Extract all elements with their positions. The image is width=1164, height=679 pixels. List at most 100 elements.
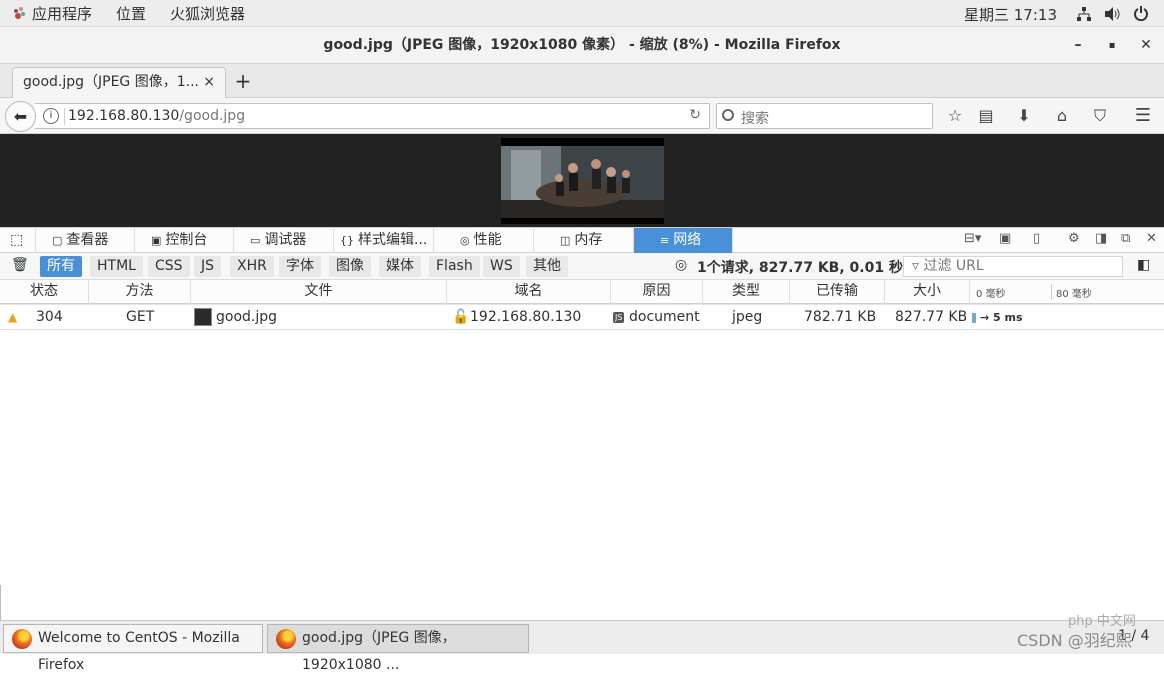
settings-gear-icon[interactable]: ⚙ bbox=[1068, 231, 1080, 246]
timing-bar bbox=[972, 313, 976, 323]
table-row[interactable]: ▲ 304 GET good.jpg 🔓 192.168.80.130 JS d… bbox=[0, 304, 1164, 330]
browser-menu[interactable]: 火狐浏览器 bbox=[158, 3, 257, 24]
browser-menu-label: 火狐浏览器 bbox=[170, 4, 246, 23]
tab-memory[interactable]: ◫ 内存 bbox=[534, 228, 634, 253]
taskbar-item-label: good.jpg（JPEG 图像，1920x1080 ... bbox=[302, 630, 456, 673]
split-console-icon[interactable]: ▣ bbox=[999, 231, 1011, 246]
search-placeholder: 搜索 bbox=[741, 111, 769, 127]
filter-other[interactable]: 其他 bbox=[526, 256, 568, 277]
column-transferred[interactable]: 已传输 bbox=[790, 280, 885, 304]
file-thumbnail-icon bbox=[194, 308, 212, 326]
filter-html[interactable]: HTML bbox=[90, 256, 143, 277]
maximize-button[interactable]: ▪ bbox=[1097, 27, 1127, 64]
network-filter-bar: 🗑 所有 HTML CSS JS XHR 字体 图像 媒体 Flash WS 其… bbox=[0, 253, 1164, 280]
tab-close-icon[interactable]: × bbox=[203, 68, 215, 97]
close-button[interactable]: ✕ bbox=[1131, 27, 1161, 64]
filter-flash[interactable]: Flash bbox=[429, 256, 480, 277]
column-file[interactable]: 文件 bbox=[191, 280, 447, 304]
inspector-icon: ▢ bbox=[52, 234, 63, 247]
search-input[interactable]: 搜索 bbox=[716, 103, 933, 129]
column-method[interactable]: 方法 bbox=[89, 280, 191, 304]
apps-menu[interactable]: 应用程序 bbox=[0, 3, 104, 24]
row-timing: → 5 ms bbox=[980, 311, 1023, 324]
url-path: /good.jpg bbox=[179, 108, 246, 124]
volume-icon[interactable] bbox=[1104, 6, 1120, 22]
filter-funnel-icon: ▿ bbox=[912, 258, 920, 274]
tab-performance-label: 性能 bbox=[473, 232, 502, 248]
layout-toggle-icon[interactable]: ⊟▾ bbox=[964, 231, 981, 246]
toggle-sidebar-icon[interactable]: ◧ bbox=[1137, 257, 1150, 273]
filter-fonts[interactable]: 字体 bbox=[279, 256, 321, 277]
network-column-headers: 状态 方法 文件 域名 原因 类型 已传输 大小 0 毫秒 80 毫秒 bbox=[0, 280, 1164, 304]
tab-inspector[interactable]: ▢ 查看器 bbox=[36, 228, 135, 253]
network-icon[interactable] bbox=[1076, 6, 1092, 22]
back-arrow-icon: ⬅ bbox=[13, 107, 28, 126]
js-badge-icon: JS bbox=[613, 312, 625, 323]
timeline-divider bbox=[1051, 284, 1052, 300]
browser-tab-good-jpg[interactable]: good.jpg（JPEG 图像，1... × bbox=[12, 67, 226, 98]
filter-media[interactable]: 媒体 bbox=[379, 256, 421, 277]
clock[interactable]: 星期三 17:13 bbox=[964, 4, 1057, 25]
tab-style-editor[interactable]: {} 样式编辑... bbox=[334, 228, 434, 253]
devtools-close-icon[interactable]: ✕ bbox=[1146, 231, 1157, 246]
tab-performance[interactable]: ◎ 性能 bbox=[434, 228, 534, 253]
element-picker-button[interactable]: ⬚ bbox=[0, 228, 36, 253]
taskbar-item-good-jpg[interactable]: good.jpg（JPEG 图像，1920x1080 ... bbox=[267, 624, 529, 673]
watermark: CSDN @羽纪熙 bbox=[1017, 631, 1132, 650]
filter-js[interactable]: JS bbox=[194, 256, 222, 277]
reload-stats-icon[interactable]: ◎ bbox=[675, 257, 687, 273]
hamburger-menu-icon[interactable]: ☰ bbox=[1132, 105, 1154, 127]
trash-icon[interactable]: 🗑 bbox=[11, 257, 29, 273]
download-icon[interactable]: ⬇ bbox=[1013, 105, 1035, 127]
dock-side-icon[interactable]: ◨ bbox=[1095, 231, 1107, 246]
column-type[interactable]: 类型 bbox=[703, 280, 790, 304]
home-icon[interactable]: ⌂ bbox=[1051, 105, 1073, 127]
reload-icon[interactable]: ↻ bbox=[689, 107, 701, 123]
places-menu-label: 位置 bbox=[116, 4, 147, 23]
bookmark-star-icon[interactable]: ☆ bbox=[944, 105, 966, 127]
tab-console[interactable]: ▣ 控制台 bbox=[135, 228, 234, 253]
column-size[interactable]: 大小 bbox=[885, 280, 970, 304]
apps-menu-label: 应用程序 bbox=[32, 4, 93, 23]
debugger-icon: ▭ bbox=[250, 234, 261, 247]
tab-network-label: 网络 bbox=[673, 232, 702, 248]
power-icon[interactable] bbox=[1133, 5, 1149, 21]
devtools-toolbar: ⬚ ▢ 查看器 ▣ 控制台 ▭ 调试器 {} 样式编辑... ◎ 性能 ◫ 内存 ≡ 网络 ⊟… bbox=[0, 227, 1164, 253]
tab-network[interactable]: ≡ 网络 bbox=[634, 228, 733, 253]
url-bar[interactable]: i 192.168.80.130/good.jpg ↻ bbox=[35, 103, 710, 129]
taskbar-item-welcome[interactable]: Welcome to CentOS - Mozilla Firefox bbox=[3, 624, 263, 673]
console-icon: ▣ bbox=[151, 234, 162, 247]
column-domain[interactable]: 域名 bbox=[447, 280, 611, 304]
performance-icon: ◎ bbox=[460, 234, 470, 247]
tab-memory-label: 内存 bbox=[574, 232, 603, 248]
filter-ws[interactable]: WS bbox=[483, 256, 520, 277]
filter-url-input[interactable]: ▿ 过滤 URL bbox=[903, 256, 1123, 277]
filter-xhr[interactable]: XHR bbox=[230, 256, 274, 277]
minimize-button[interactable]: – bbox=[1063, 27, 1093, 64]
column-status[interactable]: 状态 bbox=[0, 280, 89, 304]
request-summary: 1个请求, 827.77 KB, 0.01 秒 bbox=[697, 260, 903, 276]
undock-icon[interactable]: ⧉ bbox=[1121, 231, 1130, 246]
row-type: jpeg bbox=[732, 309, 763, 325]
places-menu[interactable]: 位置 bbox=[104, 3, 158, 24]
image-preview[interactable] bbox=[501, 138, 664, 224]
back-button[interactable]: ⬅ bbox=[5, 101, 36, 132]
filter-images[interactable]: 图像 bbox=[329, 256, 371, 277]
responsive-design-icon[interactable]: ▯ bbox=[1033, 231, 1040, 246]
new-tab-button[interactable]: + bbox=[232, 67, 254, 95]
window-title: good.jpg（JPEG 图像，1920x1080 像素） - 缩放 (8%)… bbox=[323, 37, 841, 53]
filter-all[interactable]: 所有 bbox=[40, 256, 82, 277]
tab-style-editor-label: 样式编辑... bbox=[358, 232, 428, 248]
reading-list-icon[interactable]: ▤ bbox=[975, 105, 997, 127]
tab-title: good.jpg（JPEG 图像，1... bbox=[23, 74, 199, 90]
info-icon[interactable]: i bbox=[43, 108, 59, 124]
navigation-bar: i 192.168.80.130/good.jpg ↻ ⬅ 搜索 ☆ ▤ ⬇ ⌂… bbox=[0, 98, 1164, 134]
row-cause: document bbox=[629, 309, 700, 325]
pocket-icon[interactable]: ⛉ bbox=[1089, 105, 1111, 127]
tab-debugger[interactable]: ▭ 调试器 bbox=[234, 228, 334, 253]
column-cause[interactable]: 原因 bbox=[611, 280, 703, 304]
url-text: 192.168.80.130/good.jpg bbox=[68, 108, 245, 124]
memory-icon: ◫ bbox=[560, 234, 571, 247]
panel-resize-edge bbox=[0, 585, 4, 621]
filter-css[interactable]: CSS bbox=[148, 256, 190, 277]
